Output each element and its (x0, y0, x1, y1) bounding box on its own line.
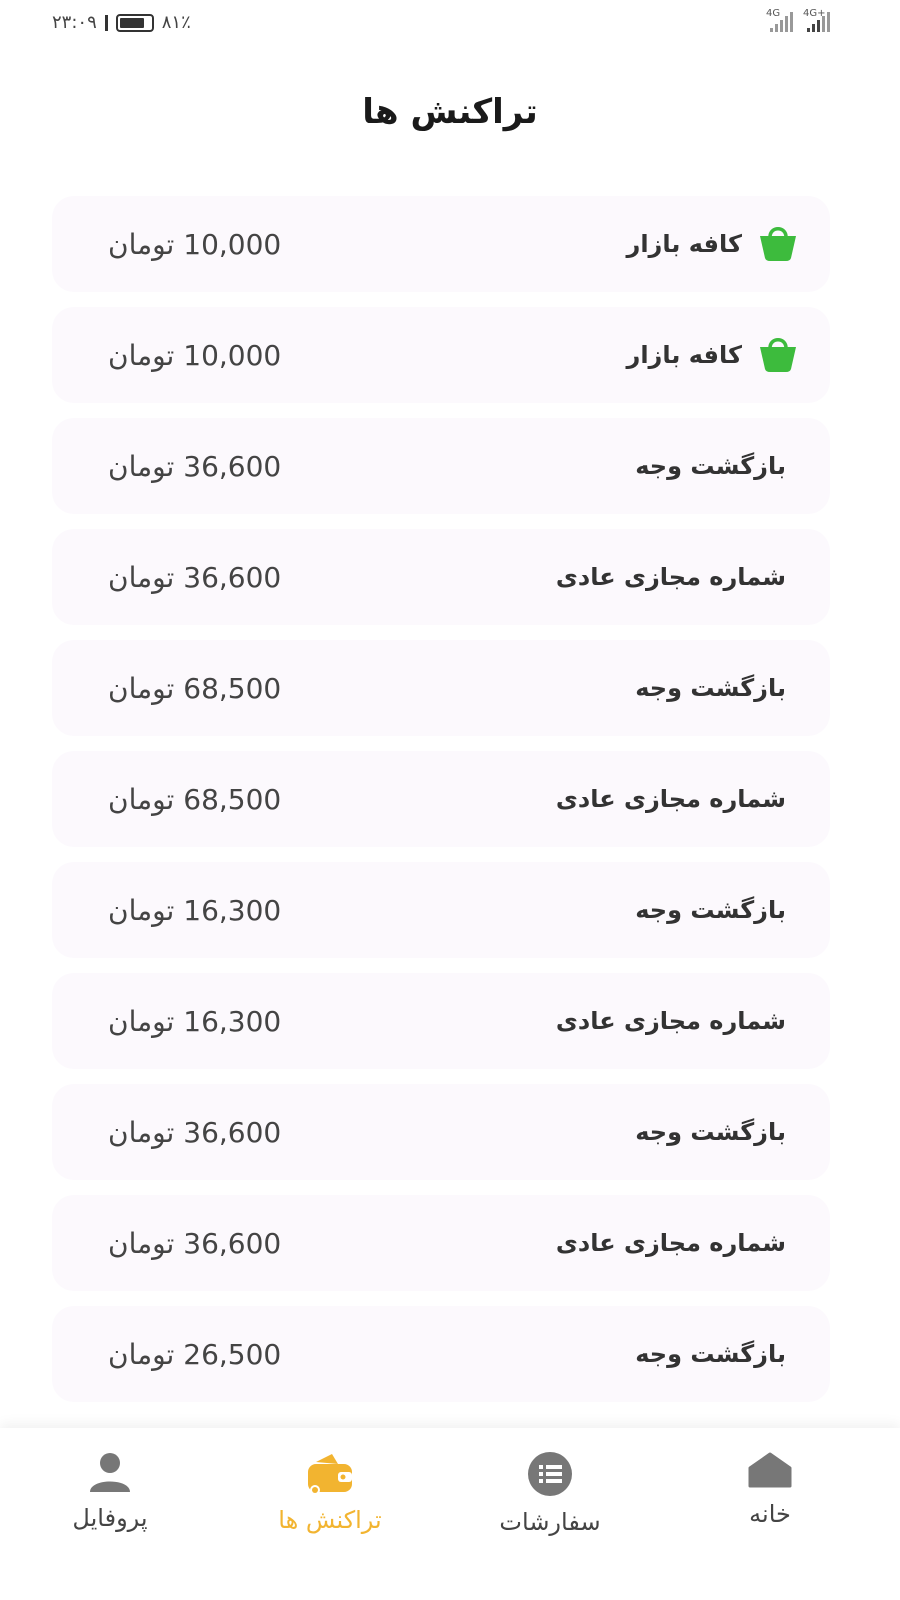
transaction-label: بازگشت وجه (635, 896, 786, 924)
transaction-amount: 16,300 تومان (108, 893, 282, 927)
signal-icon-2: 4G+ (803, 8, 830, 32)
nav-home[interactable]: خانه (680, 1450, 860, 1528)
battery-icon (115, 13, 154, 32)
transaction-label: بازگشت وجه (635, 452, 786, 480)
transaction-row-10[interactable]: 36,600 تومان شماره مجازی عادی (52, 1195, 830, 1291)
transaction-title: شماره مجازی عادی (556, 785, 800, 813)
transaction-amount: 16,300 تومان (108, 1004, 282, 1038)
transaction-row-8[interactable]: 16,300 تومان شماره مجازی عادی (52, 973, 830, 1069)
transaction-row-5[interactable]: 68,500 تومان بازگشت وجه (52, 640, 830, 736)
bottom-nav: خانه سفارشات تراکنش ها پروفایل (0, 1428, 900, 1600)
transaction-row-11[interactable]: 26,500 تومان بازگشت وجه (52, 1306, 830, 1402)
transaction-amount: 36,600 تومان (108, 1226, 282, 1260)
person-icon (90, 1453, 130, 1492)
transaction-title: شماره مجازی عادی (556, 1229, 800, 1257)
transaction-title: بازگشت وجه (635, 674, 800, 702)
transaction-row-6[interactable]: 68,500 تومان شماره مجازی عادی (52, 751, 830, 847)
nav-home-label: خانه (749, 1500, 791, 1528)
home-icon (748, 1452, 792, 1488)
transaction-title: شماره مجازی عادی (556, 1007, 800, 1035)
battery-level (119, 17, 145, 28)
transaction-amount: 10,000 تومان (108, 338, 282, 372)
transaction-row-3[interactable]: 36,600 تومان بازگشت وجه (52, 418, 830, 514)
transaction-title: بازگشت وجه (635, 1340, 800, 1368)
status-bar: ۲۳:۰۹ ۸۱٪ 4G 4G+ (0, 0, 900, 50)
transaction-list: 10,000 تومان کافه بازار 10,000 تومان کاف… (52, 196, 830, 1417)
nav-transactions-label: تراکنش ها (278, 1506, 382, 1534)
transaction-label: بازگشت وجه (635, 1340, 786, 1368)
transaction-amount: 10,000 تومان (108, 227, 282, 261)
signal-icon-1: 4G (766, 8, 793, 32)
transaction-row-9[interactable]: 36,600 تومان بازگشت وجه (52, 1084, 830, 1180)
transaction-label: بازگشت وجه (635, 674, 786, 702)
page-title: تراکنش ها (362, 92, 538, 132)
status-right: 4G 4G+ (766, 8, 830, 32)
nav-profile[interactable]: پروفایل (20, 1450, 200, 1532)
clock: ۲۳:۰۹ (52, 12, 97, 33)
transaction-amount: 68,500 تومان (108, 671, 282, 705)
transaction-title: بازگشت وجه (635, 896, 800, 924)
bazaar-bag-icon (760, 227, 796, 261)
transaction-title: کافه بازار (627, 220, 800, 268)
nav-orders-label: سفارشات (499, 1508, 601, 1536)
transaction-amount: 36,600 تومان (108, 560, 282, 594)
transaction-title: شماره مجازی عادی (556, 563, 800, 591)
transaction-amount: 26,500 تومان (108, 1337, 282, 1371)
transaction-label: شماره مجازی عادی (555, 785, 786, 813)
transaction-row-2[interactable]: 10,000 تومان کافه بازار (52, 307, 830, 403)
network-type-2: 4G+ (803, 8, 826, 19)
network-type-1: 4G (766, 8, 781, 19)
transaction-amount: 36,600 تومان (108, 1115, 282, 1149)
transaction-label: شماره مجازی عادی (555, 563, 786, 591)
nav-orders[interactable]: سفارشات (460, 1450, 640, 1536)
transaction-label: شماره مجازی عادی (555, 1229, 786, 1257)
transaction-amount: 36,600 تومان (108, 449, 282, 483)
transaction-title: بازگشت وجه (635, 452, 800, 480)
transaction-row-7[interactable]: 16,300 تومان بازگشت وجه (52, 862, 830, 958)
status-left: ۲۳:۰۹ ۸۱٪ (52, 12, 191, 33)
transaction-title: کافه بازار (627, 331, 800, 379)
wallet-icon (308, 1454, 352, 1495)
transaction-label: کافه بازار (626, 230, 742, 258)
list-icon (528, 1452, 572, 1496)
nav-profile-label: پروفایل (72, 1504, 148, 1532)
transaction-label: کافه بازار (626, 341, 742, 369)
transaction-label: شماره مجازی عادی (555, 1007, 786, 1035)
battery-separator (104, 14, 108, 31)
transaction-label: بازگشت وجه (635, 1118, 786, 1146)
nav-transactions[interactable]: تراکنش ها (240, 1450, 420, 1534)
transaction-row-1[interactable]: 10,000 تومان کافه بازار (52, 196, 830, 292)
battery-percent: ۸۱٪ (161, 12, 191, 33)
transaction-title: بازگشت وجه (635, 1118, 800, 1146)
bazaar-bag-icon (760, 338, 796, 372)
transaction-amount: 68,500 تومان (108, 782, 282, 816)
transaction-row-4[interactable]: 36,600 تومان شماره مجازی عادی (52, 529, 830, 625)
